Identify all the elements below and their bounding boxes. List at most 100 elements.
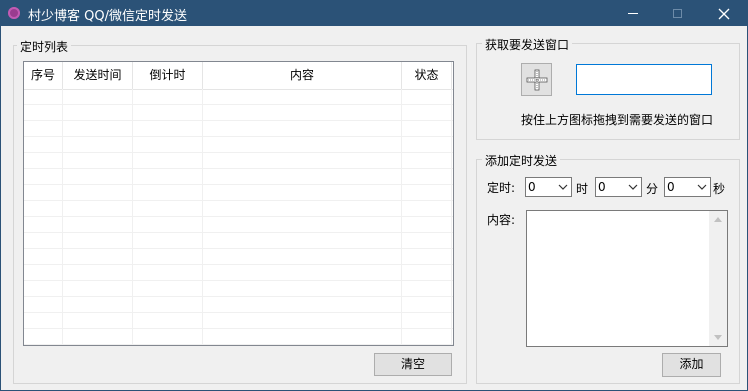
content-scrollbar[interactable]	[709, 211, 727, 346]
table-cell	[133, 249, 203, 264]
schedule-list[interactable]: 序号 发送时间 倒计时 内容 状态	[23, 61, 454, 346]
table-cell	[402, 121, 452, 136]
table-row	[24, 153, 453, 169]
table-cell	[133, 137, 203, 152]
table-row	[24, 313, 453, 329]
table-cell	[133, 201, 203, 216]
column-header-send-time[interactable]: 发送时间	[63, 62, 133, 89]
table-cell	[24, 201, 63, 216]
table-cell	[63, 185, 133, 200]
table-cell	[24, 281, 63, 296]
table-cell	[402, 201, 452, 216]
table-cell	[63, 217, 133, 232]
table-cell	[203, 313, 402, 328]
table-cell	[402, 233, 452, 248]
app-logo-icon	[8, 7, 20, 19]
drag-target-button[interactable]	[521, 63, 552, 96]
list-header: 序号 发送时间 倒计时 内容 状态	[24, 62, 453, 90]
table-cell	[402, 329, 452, 344]
table-cell	[24, 89, 63, 104]
table-cell	[203, 169, 402, 184]
table-cell	[24, 121, 63, 136]
table-cell	[133, 89, 203, 104]
maximize-button	[655, 1, 700, 26]
table-cell	[203, 329, 402, 344]
close-button[interactable]	[701, 1, 746, 26]
table-cell	[203, 185, 402, 200]
table-row	[24, 121, 453, 137]
table-cell	[63, 105, 133, 120]
list-body	[24, 89, 453, 345]
table-row	[24, 185, 453, 201]
table-cell	[402, 281, 452, 296]
table-row	[24, 329, 453, 345]
table-cell	[24, 105, 63, 120]
maximize-icon	[673, 9, 682, 18]
minute-select[interactable]: 0	[595, 177, 642, 197]
table-cell	[24, 329, 63, 344]
app-window: 村少博客 QQ/微信定时发送 定时列表 序号 发送时间 倒计时 内容 状态 清空…	[0, 0, 748, 391]
minute-value: 0	[598, 180, 606, 194]
column-header-status[interactable]: 状态	[402, 62, 452, 89]
table-cell	[203, 137, 402, 152]
table-cell	[63, 89, 133, 104]
hour-select[interactable]: 0	[525, 177, 572, 197]
table-cell	[203, 105, 402, 120]
scroll-up-icon[interactable]	[714, 217, 722, 222]
table-cell	[133, 121, 203, 136]
second-select[interactable]: 0	[664, 177, 711, 197]
table-row	[24, 89, 453, 105]
table-cell	[133, 265, 203, 280]
table-cell	[24, 265, 63, 280]
table-cell	[63, 121, 133, 136]
table-cell	[203, 281, 402, 296]
minimize-button[interactable]	[610, 1, 655, 26]
clear-button[interactable]: 清空	[374, 353, 452, 376]
target-window-field[interactable]	[576, 64, 712, 95]
target-group-title: 获取要发送窗口	[482, 36, 573, 53]
table-row	[24, 297, 453, 313]
column-header-index[interactable]: 序号	[24, 62, 63, 89]
add-group-title: 添加定时发送	[482, 152, 561, 169]
table-cell	[133, 297, 203, 312]
scroll-down-icon[interactable]	[714, 335, 722, 340]
hour-unit-label: 时	[576, 182, 589, 196]
table-row	[24, 201, 453, 217]
table-cell	[402, 153, 452, 168]
table-cell	[133, 153, 203, 168]
second-value: 0	[667, 180, 675, 194]
column-header-countdown[interactable]: 倒计时	[133, 62, 203, 89]
table-cell	[402, 265, 452, 280]
window-title: 村少博客 QQ/微信定时发送	[28, 9, 187, 24]
table-cell	[63, 201, 133, 216]
table-cell	[203, 265, 402, 280]
table-cell	[203, 217, 402, 232]
table-cell	[24, 169, 63, 184]
table-row	[24, 169, 453, 185]
table-cell	[63, 313, 133, 328]
timer-label: 定时:	[487, 181, 516, 195]
add-button[interactable]: 添加	[662, 353, 721, 377]
table-cell	[203, 89, 402, 104]
table-cell	[63, 233, 133, 248]
table-cell	[203, 249, 402, 264]
table-cell	[133, 169, 203, 184]
column-header-content[interactable]: 内容	[203, 62, 402, 89]
table-row	[24, 105, 453, 121]
table-cell	[133, 233, 203, 248]
table-cell	[203, 153, 402, 168]
content-textarea[interactable]	[526, 210, 728, 347]
table-cell	[63, 281, 133, 296]
chevron-down-icon	[558, 184, 568, 190]
minimize-icon	[627, 13, 638, 14]
minute-unit-label: 分	[646, 182, 659, 196]
table-cell	[24, 185, 63, 200]
table-row	[24, 233, 453, 249]
crosshair-icon	[526, 69, 547, 90]
table-row	[24, 137, 453, 153]
table-cell	[203, 121, 402, 136]
table-cell	[402, 313, 452, 328]
table-row	[24, 249, 453, 265]
table-row	[24, 265, 453, 281]
table-cell	[402, 249, 452, 264]
